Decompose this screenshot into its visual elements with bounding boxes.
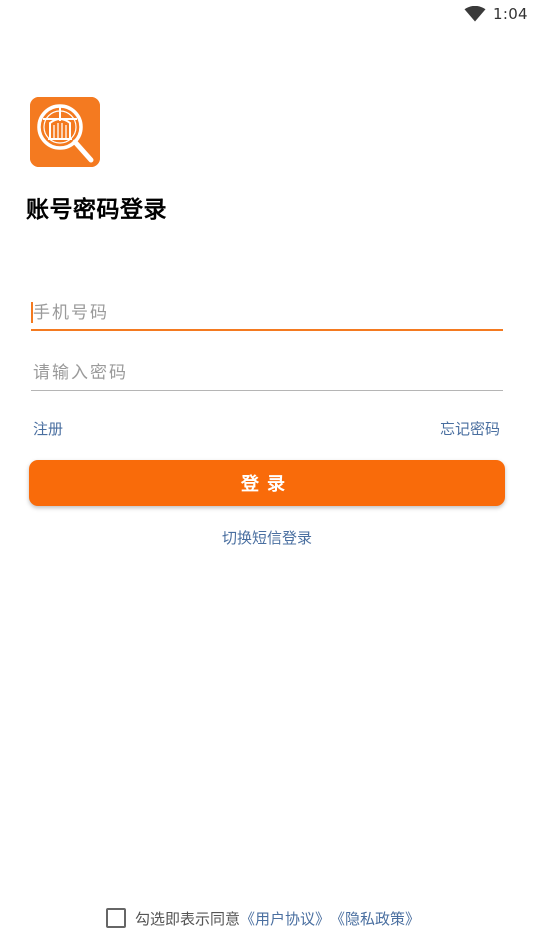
agreement-checkbox[interactable] [106,908,126,928]
forgot-password-link[interactable]: 忘记密码 [440,418,500,439]
status-time: 1:04 [493,5,528,23]
phone-field[interactable] [31,297,505,331]
user-agreement-link[interactable]: 《用户协议》 [240,908,330,929]
status-bar: 1:04 [0,0,534,28]
switch-sms-login-link[interactable]: 切换短信登录 [0,527,534,548]
password-input[interactable] [31,357,505,389]
password-field[interactable] [31,357,505,391]
login-screen: 1:04 账号密码登录 注册 忘记密码 登录 切换短信登录 勾选即表示同意 《用… [0,0,534,949]
agreement-text: 勾选即表示同意 [135,909,241,928]
agreement-row: 勾选即表示同意 《用户协议》 《隐私政策》 [106,907,420,929]
privacy-policy-link[interactable]: 《隐私政策》 [330,908,420,929]
page-title: 账号密码登录 [26,197,167,223]
register-link[interactable]: 注册 [33,418,63,439]
phone-input[interactable] [31,297,505,329]
app-logo [30,97,100,167]
wifi-icon [464,6,486,22]
magnifier-logo-icon [30,97,100,167]
text-caret [31,302,33,323]
login-button[interactable]: 登录 [29,460,505,506]
